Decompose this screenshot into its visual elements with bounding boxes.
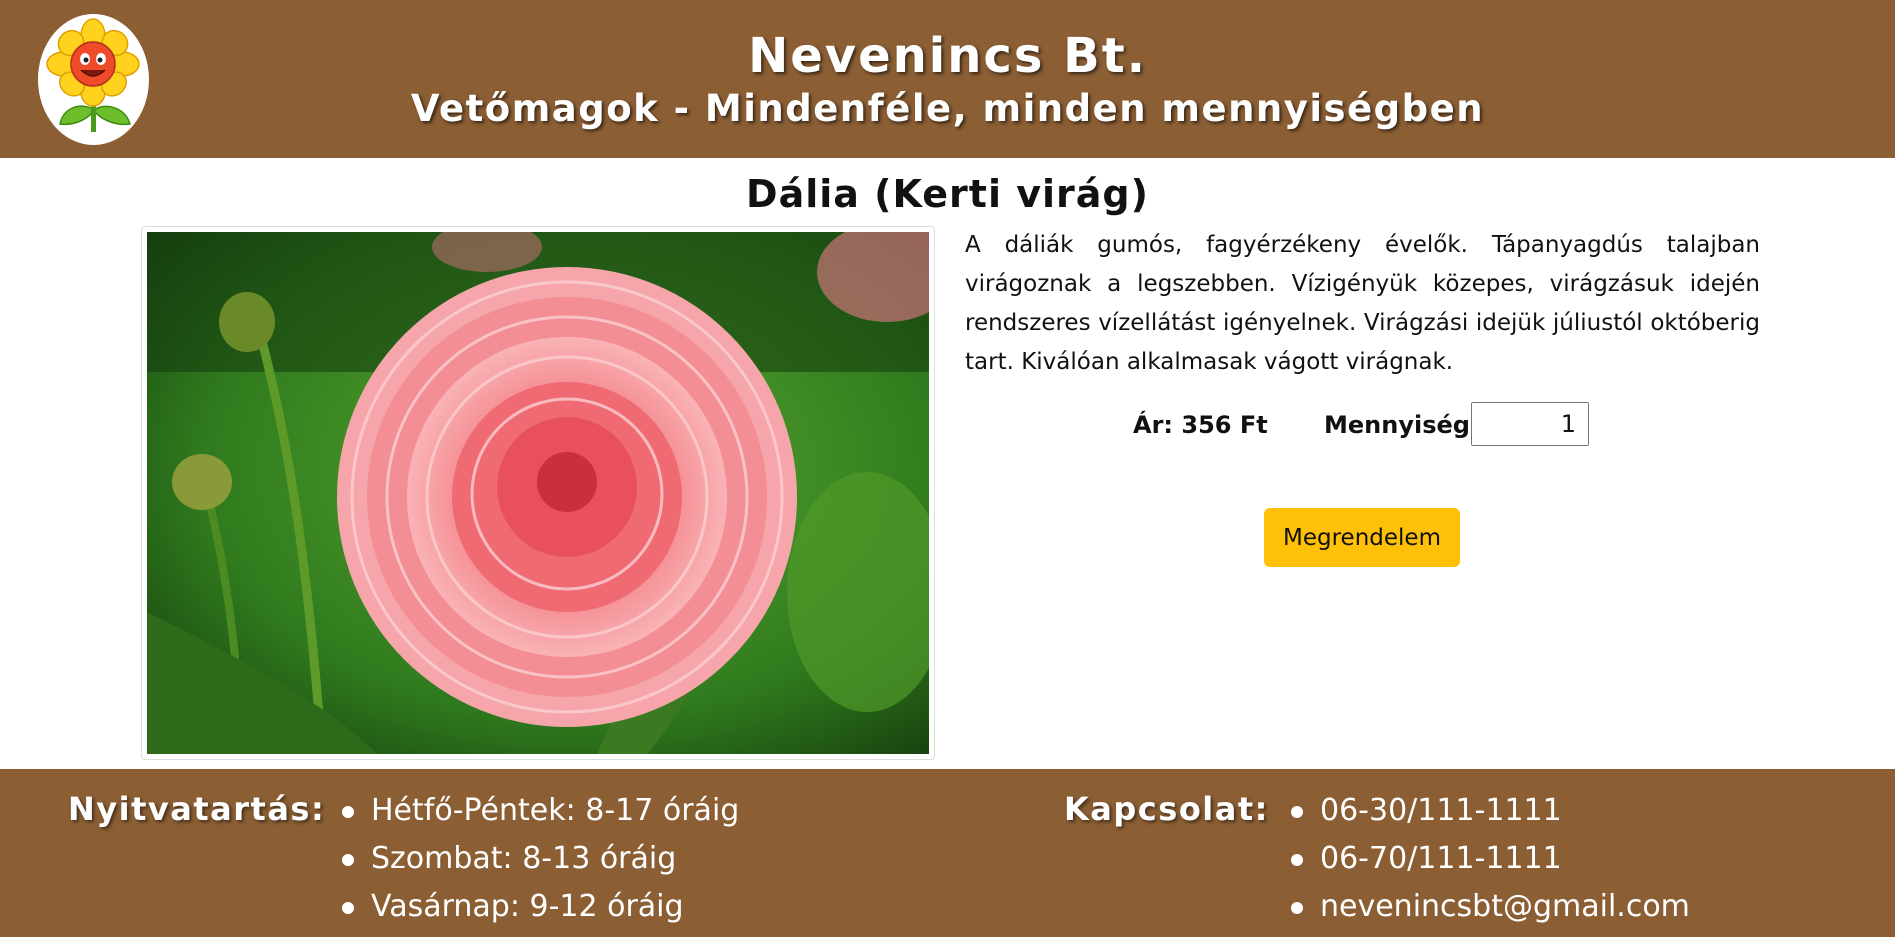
dahlia-photo [147,232,929,754]
product-description: A dáliák gumós, fagyérzékeny évelők. Táp… [965,232,1760,375]
list-item: Hétfő-Péntek: 8-17 óráig [342,787,740,835]
contact-heading: Kapcsolat: [1064,790,1269,828]
opening-hours-item: Szombat: 8-13 óráig [371,841,677,876]
quantity-input[interactable] [1471,402,1589,446]
list-item: 06-70/111-1111 [1291,835,1690,883]
list-item: Szombat: 8-13 óráig [342,835,739,883]
phone-number: 06-30/111-1111 [1320,793,1562,828]
bullet-icon [342,854,354,866]
opening-hours-list: Hétfő-Péntek: 8-17 óráig Szombat: 8-13 ó… [342,787,740,931]
quantity-label: Mennyiség: [1324,411,1480,439]
site-title: Nevenincs Bt. [748,28,1147,84]
phone-number: 06-70/111-1111 [1320,841,1562,876]
site-footer: Nyitvatartás: Hétfő-Péntek: 8-17 óráig S… [0,769,1895,937]
site-subtitle: Vetőmagok - Mindenféle, minden mennyiség… [410,87,1485,130]
contact-list: 06-30/111-1111 06-70/111-1111 nevenincsb… [1291,787,1690,931]
opening-hours-item: Vasárnap: 9-12 óráig [371,889,684,924]
opening-hours-heading: Nyitvatartás: [68,790,326,828]
product-image [141,226,935,760]
order-button[interactable]: Megrendelem [1264,508,1460,567]
list-item: Vasárnap: 9-12 óráig [342,883,739,931]
bullet-icon [342,806,354,818]
product-title: Dália (Kerti virág) [746,172,1149,216]
bullet-icon [1291,854,1303,866]
list-item: nevenincsbt@gmail.com [1291,883,1690,931]
bullet-icon [342,902,354,914]
product-price: Ár: 356 Ft [1133,411,1268,439]
site-header: Nevenincs Bt. Vetőmagok - Mindenféle, mi… [0,0,1895,158]
opening-hours-item: Hétfő-Péntek: 8-17 óráig [371,793,740,828]
bullet-icon [1291,902,1303,914]
list-item: 06-30/111-1111 [1291,787,1690,835]
bullet-icon [1291,806,1303,818]
email-address: nevenincsbt@gmail.com [1320,889,1690,924]
